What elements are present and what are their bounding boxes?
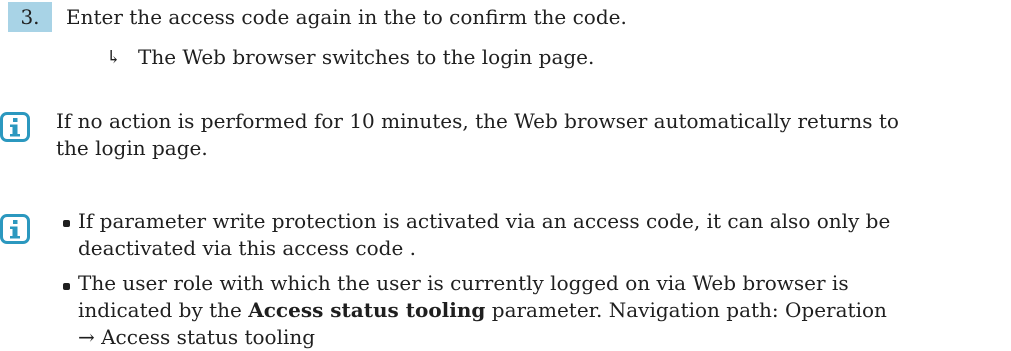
bullet-text-line: indicated by the Access status tooling p…: [78, 297, 887, 324]
text-segment: indicated by the: [78, 298, 249, 322]
bullet-text-line: If parameter write protection is activat…: [78, 209, 891, 233]
info-icon: [0, 112, 30, 142]
step-number: 3.: [8, 2, 52, 32]
step-text: Enter the access code again in the to co…: [66, 5, 627, 29]
bullet-text-line: deactivated via this access code .: [78, 236, 417, 260]
text-segment: parameter. Navigation path: Operation: [485, 298, 887, 322]
bullet-marker: [63, 283, 70, 290]
bullet-marker: [63, 220, 70, 227]
bullet-text-line: The user role with which the user is cur…: [78, 271, 849, 295]
step-result-text: The Web browser switches to the login pa…: [138, 45, 595, 69]
note-text-line: the login page.: [56, 136, 208, 160]
note-text-line: If no action is performed for 10 minutes…: [56, 109, 899, 133]
info-icon: [0, 214, 30, 244]
parameter-name: Access status tooling: [248, 298, 486, 322]
result-arrow-icon: ↳: [106, 47, 122, 68]
